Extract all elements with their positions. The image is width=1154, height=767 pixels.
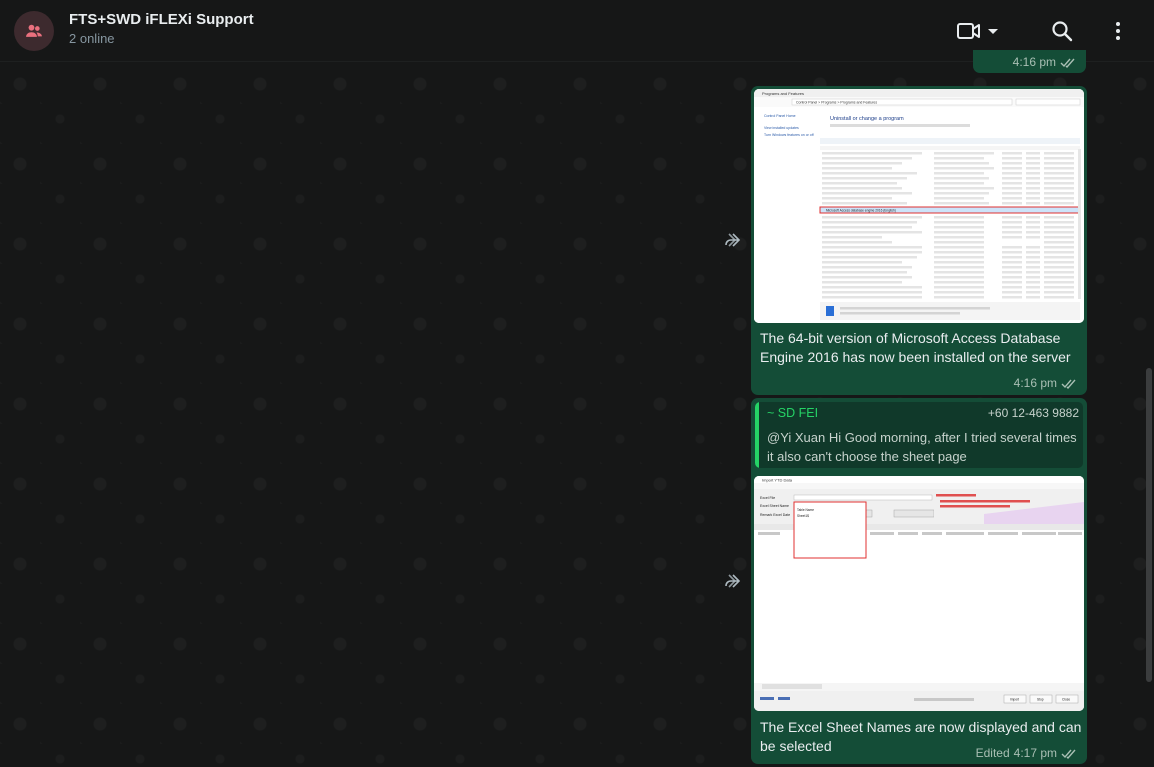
message-time: Edited 4:17 pm: [976, 746, 1077, 760]
message-bubble[interactable]: ~ SD FEI +60 12-463 9882 @Yi Xuan Hi Goo…: [751, 398, 1087, 764]
double-check-icon: [1060, 58, 1075, 68]
field-label: Excel Sheet Name: [760, 504, 789, 508]
quote-accent-bar: [755, 402, 759, 468]
online-status: 2 online: [69, 31, 115, 46]
double-check-icon: [1061, 379, 1076, 389]
message-image[interactable]: Import YTD Data Excel File Excel Sheet N…: [754, 476, 1084, 711]
chat-title-block[interactable]: FTS+SWD iFLEXi Support 2 online: [69, 10, 254, 49]
quote-author: ~ SD FEI: [767, 406, 819, 420]
time-text: 4:17 pm: [1013, 746, 1057, 760]
double-check-icon: [1061, 749, 1076, 759]
message-caption: The 64-bit version of Microsoft Access D…: [760, 330, 1071, 365]
highlighted-row: Microsoft Access database engine 2016 (E…: [826, 209, 896, 213]
screenshot-programs-and-features: Programs and Features Control Panel > Pr…: [754, 89, 1084, 323]
menu-button[interactable]: [1106, 18, 1130, 44]
window-title: Programs and Features: [762, 91, 804, 96]
stop-button-label: Stop: [1037, 698, 1044, 702]
message-image[interactable]: Programs and Features Control Panel > Pr…: [754, 89, 1084, 323]
sidebar-link: Turn Windows features on or off: [764, 133, 814, 137]
message-time: 4:16 pm: [1013, 55, 1076, 69]
message-bubble[interactable]: Programs and Features Control Panel > Pr…: [751, 86, 1087, 395]
more-vertical-icon: [1116, 22, 1120, 40]
time-text: 4:16 pm: [1013, 376, 1057, 390]
time-text: 4:16 pm: [1012, 55, 1056, 69]
popup-item: Sheet1$: [797, 514, 809, 518]
message-time: 4:16 pm: [1014, 376, 1077, 390]
edited-label: Edited: [975, 746, 1010, 760]
chat-scrollbar[interactable]: [1146, 368, 1152, 682]
video-call-button[interactable]: [955, 17, 1001, 45]
chat-title: FTS+SWD iFLEXi Support: [69, 11, 254, 28]
search-button[interactable]: [1049, 18, 1075, 44]
chevron-down-icon: [988, 29, 998, 34]
popup-header: Table Name: [797, 508, 814, 512]
sidebar-link: Control Panel Home: [764, 114, 796, 118]
screenshot-import-ytd-data: Import YTD Data Excel File Excel Sheet N…: [754, 476, 1084, 711]
import-button-label: Import: [1010, 698, 1019, 702]
forward-icon: [725, 233, 741, 247]
breadcrumb: Control Panel > Programs > Programs and …: [796, 101, 877, 105]
forward-button[interactable]: [720, 229, 744, 251]
group-icon: [26, 24, 42, 37]
quote-text: @Yi Xuan Hi Good morning, after I tried …: [767, 430, 1077, 464]
forward-icon: [725, 574, 741, 588]
page-heading: Uninstall or change a program: [830, 116, 904, 122]
window-title: Import YTD Data: [762, 478, 793, 483]
close-button-label: Close: [1062, 698, 1070, 702]
field-label: Excel File: [760, 496, 775, 500]
video-camera-icon: [957, 23, 980, 39]
sidebar-link: View installed updates: [764, 126, 799, 130]
quote-phone: +60 12-463 9882: [987, 406, 1079, 420]
forward-button[interactable]: [720, 570, 744, 592]
search-icon: [1052, 21, 1073, 42]
group-avatar[interactable]: [14, 11, 54, 51]
field-label: Remark Excel Date: [760, 513, 790, 517]
message-bubble[interactable]: 4:16 pm: [973, 50, 1086, 73]
quoted-message[interactable]: ~ SD FEI +60 12-463 9882 @Yi Xuan Hi Goo…: [755, 402, 1083, 468]
